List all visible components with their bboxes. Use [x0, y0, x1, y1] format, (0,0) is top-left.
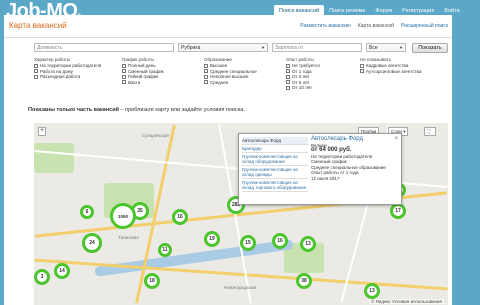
- vacancy-cluster[interactable]: 19: [204, 231, 220, 247]
- post-vacancy-link[interactable]: Разместить вакансию: [300, 23, 351, 29]
- filter-experience: Опыт работы Не требуется От 1 года От 3 …: [286, 57, 320, 91]
- checkbox[interactable]: [122, 63, 126, 68]
- checkbox[interactable]: [204, 74, 208, 79]
- vacancy-cluster[interactable]: 15: [240, 235, 256, 251]
- vacancy-cluster[interactable]: 13: [300, 236, 316, 252]
- street-label: Сухаревская: [142, 133, 169, 138]
- vacancy-cluster[interactable]: 1050: [110, 203, 136, 229]
- checkbox[interactable]: [204, 63, 208, 68]
- rubric-select[interactable]: Рубрика ▼: [178, 43, 268, 52]
- fullscreen-button[interactable]: ⛶: [424, 127, 436, 136]
- list-item[interactable]: Грузчик-комплектовщик на склад одежды: [242, 166, 308, 179]
- checkbox[interactable]: [204, 69, 208, 74]
- list-item[interactable]: Грузчик-комплектовщик на склад оборудова…: [242, 153, 308, 166]
- vacancy-cluster[interactable]: 14: [54, 263, 70, 279]
- position-input[interactable]: Должность: [34, 43, 174, 52]
- filter-heading: График работы: [122, 57, 154, 62]
- checkbox[interactable]: [360, 69, 364, 74]
- advanced-search-link[interactable]: Расширенный поиск: [401, 23, 448, 29]
- filter-option[interactable]: От 10 лет: [286, 85, 320, 91]
- salary-input[interactable]: Зарплата от: [272, 43, 362, 52]
- filter-option[interactable]: Разъездная работа: [34, 74, 101, 80]
- checkbox[interactable]: [34, 69, 38, 74]
- street-label: Нижегородская: [224, 285, 257, 290]
- list-item[interactable]: Грузчик-комплектовщик на склад торгового…: [242, 179, 308, 192]
- vacancy-popup: Автослесарь Форд Бригадир Грузчик-компле…: [238, 133, 402, 205]
- filter-heading: Характер работы: [34, 57, 71, 62]
- zoom-in-button[interactable]: +: [38, 127, 46, 136]
- page-title: Карта вакансий: [9, 21, 67, 30]
- chevron-down-icon: ▼: [261, 45, 265, 50]
- filter-heading: Образование: [204, 57, 232, 62]
- breadcrumb: Разместить вакансию Карта вакансий Расши…: [300, 23, 448, 29]
- filter-option[interactable]: На территории работодателя: [34, 63, 101, 69]
- filter-option[interactable]: Гибкий график: [122, 74, 164, 80]
- checkbox[interactable]: [286, 85, 290, 90]
- vacancy-cluster[interactable]: 11: [158, 243, 172, 257]
- street-label: Таганская: [118, 235, 139, 240]
- map-park: [34, 143, 74, 173]
- notice-text: – приблизьте карту или задайте условия п…: [118, 107, 245, 113]
- checkbox[interactable]: [122, 80, 126, 85]
- checkbox[interactable]: [34, 74, 38, 79]
- vacancy-cluster[interactable]: 16: [172, 209, 188, 225]
- filter-education: Образование Высшее Среднее специальное Н…: [204, 57, 257, 85]
- vacancy-cluster[interactable]: 24: [82, 233, 102, 253]
- vacancy-cluster[interactable]: 38: [296, 273, 312, 289]
- currency-value: Все: [369, 45, 378, 51]
- checkbox[interactable]: [360, 63, 364, 68]
- vacancy-cluster[interactable]: 16: [272, 233, 288, 249]
- filter-option[interactable]: Не требуется: [286, 63, 320, 69]
- popup-vacancy-detail: Автослесарь Форд Велкам от 64 000 руб. Н…: [311, 136, 391, 181]
- map-attribution[interactable]: © Яндекс Условия использования: [369, 299, 444, 304]
- currency-select[interactable]: Все ▼: [366, 43, 406, 52]
- checkbox[interactable]: [204, 80, 208, 85]
- filter-option[interactable]: Среднее: [204, 80, 257, 86]
- checkbox[interactable]: [286, 80, 290, 85]
- show-button[interactable]: Показать: [412, 43, 448, 53]
- checkbox[interactable]: [122, 69, 126, 74]
- rubric-value: Рубрика: [181, 45, 201, 51]
- checkbox[interactable]: [122, 74, 126, 79]
- filter-heading: Не показывать: [360, 57, 391, 62]
- checkbox[interactable]: [286, 63, 290, 68]
- map-vacancies-link[interactable]: Карта вакансий: [358, 23, 394, 29]
- filter-option[interactable]: Аутсорсинговые агентства: [360, 69, 421, 75]
- vacancy-cluster[interactable]: 6: [80, 205, 94, 219]
- filter-option[interactable]: Вахта: [122, 80, 164, 86]
- map-notice: Показаны только часть вакансий – приблиз…: [28, 107, 245, 113]
- filter-hide: Не показывать Кадровые агентства Аутсорс…: [360, 57, 421, 74]
- vacancy-cluster[interactable]: 13: [364, 283, 380, 299]
- checkbox[interactable]: [286, 69, 290, 74]
- vacancy-date: 12 июля 2017: [311, 175, 340, 181]
- chevron-down-icon: ▼: [399, 45, 403, 50]
- filter-heading: Опыт работы: [286, 57, 314, 62]
- checkbox[interactable]: [286, 74, 290, 79]
- notice-bold: Показаны только часть вакансий: [28, 107, 119, 113]
- filter-work-type: Характер работы На территории работодате…: [34, 57, 101, 80]
- popup-vacancy-list: Автослесарь Форд Бригадир Грузчик-компле…: [242, 137, 308, 192]
- filter-schedule: График работы Полный день Сменный график…: [122, 57, 164, 85]
- divider: [4, 37, 452, 38]
- list-item[interactable]: Бригадир: [242, 145, 308, 153]
- filter-option[interactable]: Среднее специальное: [204, 69, 257, 75]
- vacancy-cluster[interactable]: 3: [34, 269, 50, 285]
- chevron-down-icon: ▾: [403, 129, 406, 134]
- checkbox[interactable]: [34, 63, 38, 68]
- list-item[interactable]: Автослесарь Форд: [242, 137, 308, 145]
- vacancy-cluster[interactable]: 18: [144, 273, 160, 289]
- close-icon[interactable]: ×: [394, 136, 398, 142]
- fullscreen-icon: ⛶: [427, 129, 431, 134]
- vacancy-cluster[interactable]: 17: [390, 203, 406, 219]
